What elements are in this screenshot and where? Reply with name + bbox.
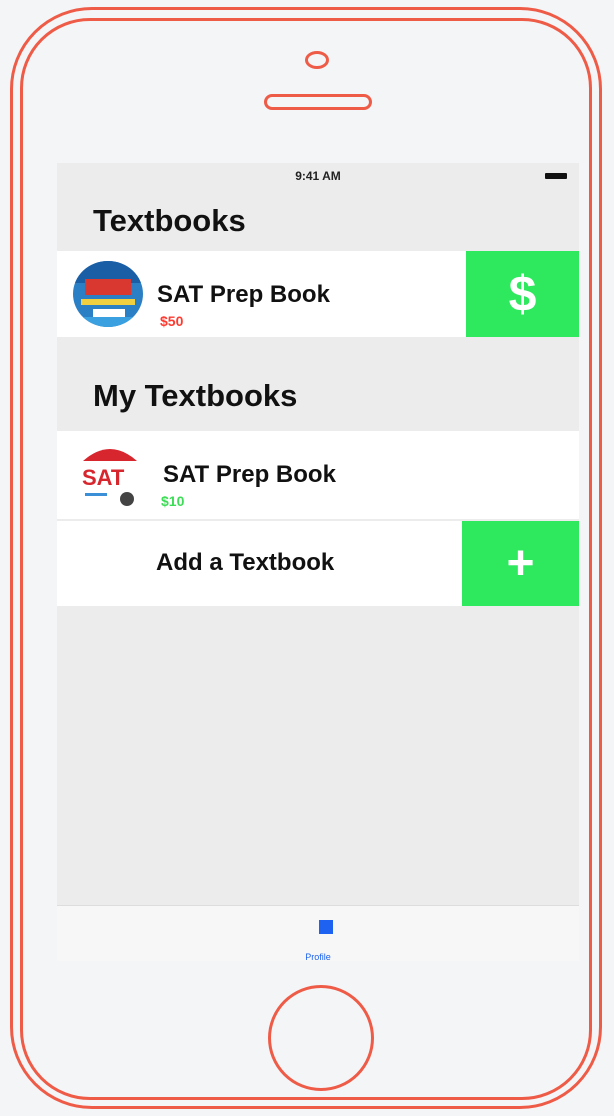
speaker-icon [264,94,372,110]
section-title-my-textbooks: My Textbooks [93,378,298,413]
textbook-title: SAT Prep Book [157,281,330,308]
status-bar: 9:41 AM [57,163,579,187]
plus-icon: + [506,537,535,590]
buy-button[interactable]: $ [466,251,579,337]
add-textbook-button[interactable]: + [462,521,579,606]
my-textbook-title: SAT Prep Book [163,461,336,488]
add-textbook-row[interactable]: Add a Textbook + [57,521,579,606]
textbook-price: $50 [160,313,184,329]
book-cover-thumbnail [73,261,143,327]
section-title-textbooks: Textbooks [93,203,246,238]
tab-profile-label: Profile [305,952,331,961]
svg-text:SAT: SAT [82,465,125,490]
battery-icon [545,173,567,179]
my-textbook-price: $10 [161,493,185,509]
my-textbook-row[interactable]: SAT SAT Prep Book $10 [57,431,579,519]
camera-icon [305,51,329,69]
dollar-icon: $ [508,266,537,322]
tab-bar: Profile [57,905,579,961]
textbook-row[interactable]: SAT Prep Book $50 $ [57,251,579,337]
status-time: 9:41 AM [295,169,341,183]
app-screen: 9:41 AM Textbooks SAT Prep Book $50 $ My… [57,163,579,961]
home-button[interactable] [268,985,374,1091]
square-icon [319,920,333,934]
add-textbook-label: Add a Textbook [156,549,335,576]
book-cover-thumbnail: SAT [77,439,143,511]
